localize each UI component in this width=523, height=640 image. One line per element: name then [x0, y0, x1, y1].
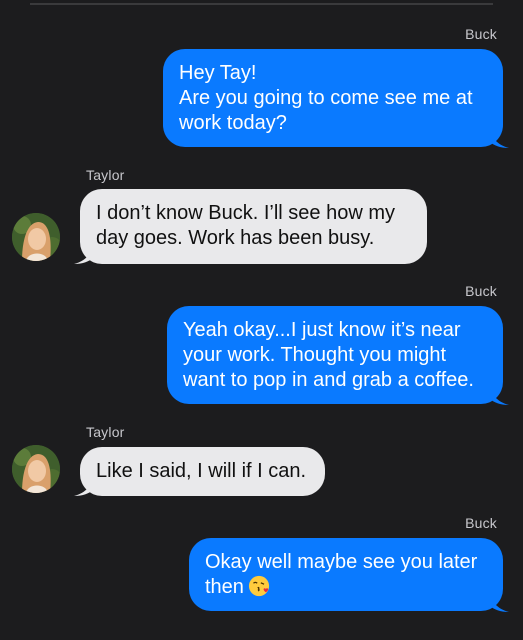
message-bubble-sent[interactable]: Yeah okay...I just know it’s near your w…	[167, 306, 503, 404]
message-line: day goes. Work has been busy.	[96, 227, 375, 249]
message-line: I don’t know Buck. I’ll see how my	[96, 202, 396, 224]
message-text: then	[205, 576, 244, 598]
message-line: Are you going to come see me at	[179, 87, 473, 109]
bubble-tail-sent	[489, 384, 509, 405]
bubble-tail-received	[74, 243, 94, 264]
message-line: Okay well maybe see you later	[205, 551, 478, 573]
top-divider	[30, 3, 493, 5]
sender-label-taylor: Taylor	[86, 167, 125, 183]
message-line: Hey Tay!	[179, 62, 257, 84]
contact-photo-icon	[12, 445, 60, 493]
message-line: Like I said, I will if I can.	[96, 460, 307, 482]
face-blowing-a-kiss-icon	[248, 575, 270, 597]
bubble-tail-sent	[489, 127, 509, 148]
sender-label-taylor: Taylor	[86, 424, 125, 440]
message-line: your work. Thought you might	[183, 344, 447, 366]
sender-label-buck: Buck	[465, 283, 497, 299]
message-line: Yeah okay...I just know it’s near	[183, 319, 461, 341]
message-bubble-sent[interactable]: Okay well maybe see you later then	[189, 538, 503, 611]
sender-label-buck: Buck	[465, 515, 497, 531]
message-line: work today?	[179, 112, 287, 134]
message-bubble-received[interactable]: Like I said, I will if I can.	[80, 447, 325, 496]
contact-photo-icon	[12, 213, 60, 261]
message-bubble-sent[interactable]: Hey Tay! Are you going to come see me at…	[163, 49, 503, 147]
message-line-with-emoji: then	[205, 575, 487, 600]
sender-label-buck: Buck	[465, 26, 497, 42]
avatar[interactable]	[12, 445, 60, 493]
message-line: want to pop in and grab a coffee.	[183, 369, 474, 391]
avatar[interactable]	[12, 213, 60, 261]
bubble-tail-received	[74, 475, 94, 496]
message-bubble-received[interactable]: I don’t know Buck. I’ll see how my day g…	[80, 189, 427, 264]
bubble-tail-sent	[489, 591, 509, 612]
